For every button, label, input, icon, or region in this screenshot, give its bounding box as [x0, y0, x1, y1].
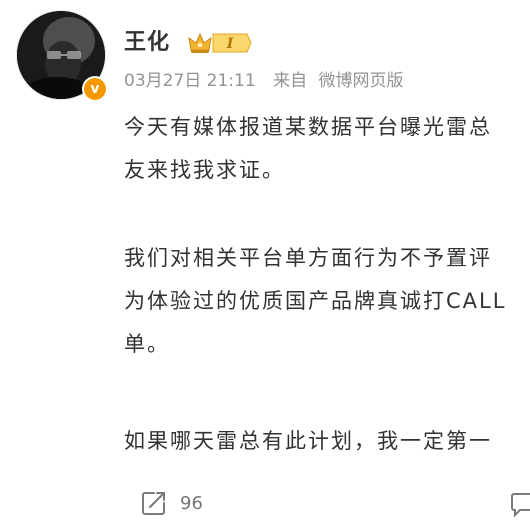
crown-icon: [188, 32, 212, 53]
repost-button[interactable]: 96: [140, 489, 203, 517]
comment-icon[interactable]: [510, 490, 530, 518]
member-badge[interactable]: I: [187, 30, 253, 56]
post-meta: 03月27日 21:11 来自 微博网页版: [124, 69, 403, 93]
member-level: I: [226, 36, 234, 52]
source-name[interactable]: 微博网页版: [318, 71, 403, 91]
verified-icon: v: [82, 76, 108, 102]
post-text-line-2: 友来找我求证。: [124, 158, 285, 182]
repost-icon: [142, 492, 165, 515]
member-badge-graphic: I: [188, 32, 252, 53]
post-text-line-1: 今天有媒体报道某数据平台曝光雷总: [124, 115, 492, 139]
repost-count: 96: [180, 492, 203, 514]
post-date[interactable]: 03月27日: [124, 71, 201, 91]
post-text-line-3: 我们对相关平台单方面行为不予置评: [124, 246, 492, 270]
verified-mark: v: [84, 78, 106, 100]
username[interactable]: 王化: [124, 28, 170, 58]
weibo-post: v 王化 I 03月27日 21:11 来自 微博网页版 今天有媒体报道某数据平…: [0, 0, 530, 530]
post-text-line-5: 单。: [124, 332, 170, 356]
post-text-line-6: 如果哪天雷总有此计划，我一定第一: [124, 429, 492, 453]
avatar-container[interactable]: v: [16, 10, 108, 102]
post-text-line-4: 为体验过的优质国产品牌真诚打CALL: [124, 289, 507, 313]
post-time[interactable]: 21:11: [207, 71, 256, 91]
source-prefix: 来自: [273, 71, 308, 91]
